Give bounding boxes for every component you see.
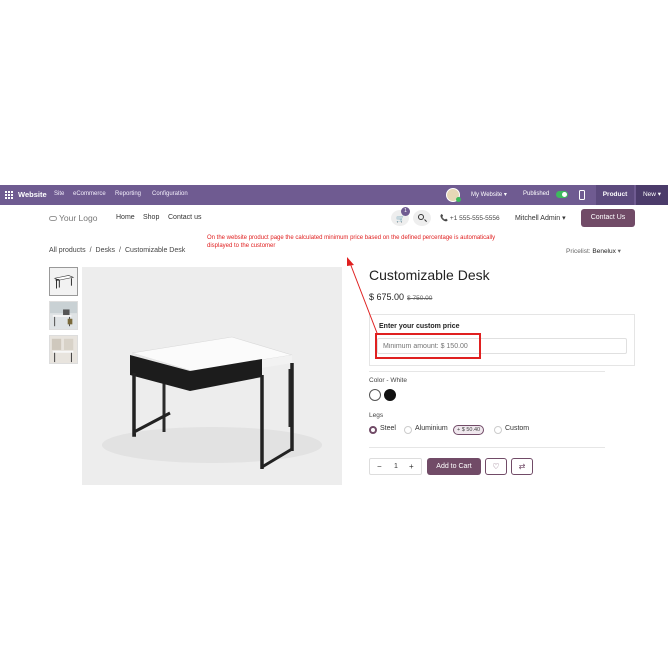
office-thumbnail-image: [50, 302, 77, 329]
product-name: Customizable Desk: [369, 267, 490, 283]
cart-icon: 🛒: [396, 216, 405, 223]
legs-radio-steel[interactable]: [369, 426, 377, 434]
color-label: Color - White: [369, 377, 407, 384]
search-button[interactable]: [413, 210, 431, 226]
breadcrumb: All products / Desks / Customizable Desk: [49, 247, 186, 254]
legs-option-aluminium[interactable]: Aluminium: [415, 425, 448, 432]
nav-home[interactable]: Home: [116, 214, 135, 221]
nav-shop[interactable]: Shop: [143, 214, 159, 221]
legs-option-custom[interactable]: Custom: [505, 425, 529, 432]
color-attribute-name: Color: [369, 377, 385, 384]
breadcrumb-desks[interactable]: Desks: [96, 247, 115, 254]
thumbnail-2[interactable]: [49, 301, 78, 330]
legs-radio-custom[interactable]: [494, 426, 502, 434]
menu-site[interactable]: Site: [54, 191, 64, 197]
pricelist-value: Benelux: [592, 248, 616, 255]
logo-cloud-icon: [49, 216, 57, 221]
app-name[interactable]: Website: [18, 190, 47, 199]
user-name: Mitchell Admin: [515, 215, 561, 222]
breadcrumb-all-products[interactable]: All products: [49, 247, 86, 254]
color-swatch-black[interactable]: [384, 389, 396, 401]
my-website-dropdown[interactable]: My Website ▾: [471, 191, 507, 198]
compare-button[interactable]: ⇄: [511, 458, 533, 475]
current-price: $ 675.00: [369, 292, 405, 302]
cart-button[interactable]: 🛒 1: [391, 207, 410, 226]
odoo-navbar: Website Site eCommerce Reporting Configu…: [0, 185, 668, 205]
plus-icon[interactable]: +: [409, 462, 414, 471]
quantity-value[interactable]: 1: [394, 463, 398, 470]
user-avatar[interactable]: [446, 188, 461, 202]
header-phone[interactable]: 📞 +1 555-555-5556: [440, 214, 500, 222]
menu-configuration[interactable]: Configuration: [152, 191, 188, 197]
legs-extra-price-badge: + $ 50.40: [453, 425, 485, 435]
color-selected-value: White: [390, 377, 407, 384]
logo-text: Your Logo: [59, 213, 98, 223]
thumbnail-3[interactable]: [49, 335, 78, 364]
contact-us-button[interactable]: Contact Us: [581, 209, 635, 227]
thumbnail-1[interactable]: [49, 267, 78, 296]
old-price: $ 750.00: [407, 295, 433, 302]
product-button[interactable]: Product: [596, 185, 634, 205]
room-thumbnail-image: [50, 336, 77, 363]
heart-icon: ♡: [492, 462, 500, 471]
breadcrumb-current: Customizable Desk: [124, 247, 186, 254]
minus-icon[interactable]: −: [377, 462, 382, 471]
highlight-box: [375, 333, 481, 359]
desk-image: [82, 267, 342, 485]
user-menu[interactable]: Mitchell Admin ▾: [515, 214, 566, 222]
compare-icon: ⇄: [518, 462, 526, 471]
new-dropdown[interactable]: New ▾: [636, 185, 668, 205]
quantity-stepper: − 1 +: [369, 458, 422, 475]
phone-number: +1 555-555-5556: [449, 215, 500, 222]
mobile-preview-icon[interactable]: [579, 190, 585, 200]
divider: [369, 447, 605, 448]
nav-contact-us[interactable]: Contact us: [168, 214, 201, 221]
add-to-cart-button[interactable]: Add to Cart: [427, 458, 481, 475]
apps-menu-icon[interactable]: [5, 191, 13, 199]
legs-option-steel[interactable]: Steel: [380, 425, 396, 432]
cart-count-badge: 1: [401, 207, 410, 216]
color-swatch-white[interactable]: [369, 389, 381, 401]
pricelist-label: Pricelist:: [566, 248, 591, 255]
new-label: New: [642, 191, 656, 198]
published-label: Published: [523, 191, 550, 197]
legs-radio-aluminium[interactable]: [404, 426, 412, 434]
legs-label: Legs: [369, 412, 384, 419]
desk-thumbnail-image: [50, 268, 77, 295]
custom-price-label: Enter your custom price: [379, 323, 460, 330]
divider: [369, 371, 605, 372]
published-toggle[interactable]: [556, 191, 568, 198]
search-icon: [418, 214, 424, 220]
my-website-label: My Website: [471, 192, 503, 198]
annotation-text: On the website product page the calculat…: [207, 235, 496, 249]
wishlist-button[interactable]: ♡: [485, 458, 507, 475]
menu-ecommerce[interactable]: eCommerce: [73, 191, 106, 197]
product-main-image: [82, 267, 342, 485]
site-logo[interactable]: Your Logo: [49, 213, 97, 223]
pricelist-dropdown[interactable]: Pricelist: Benelux ▾: [566, 247, 621, 255]
menu-reporting[interactable]: Reporting: [115, 191, 141, 197]
product-price: $ 675.00 $ 750.00: [369, 292, 432, 302]
